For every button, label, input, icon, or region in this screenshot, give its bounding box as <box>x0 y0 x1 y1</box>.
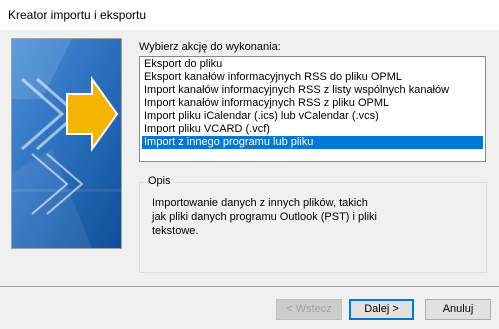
action-option[interactable]: Import pliku VCARD (.vcf) <box>142 123 483 136</box>
button-divider <box>0 286 499 287</box>
action-option[interactable]: Import pliku iCalendar (.ics) lub vCalen… <box>142 110 483 123</box>
next-button[interactable]: Dalej > <box>349 299 414 320</box>
description-legend: Opis <box>146 175 173 187</box>
action-prompt-label: Wybierz akcję do wykonania: <box>139 41 281 53</box>
action-option[interactable]: Import kanałów informacyjnych RSS z list… <box>142 84 483 97</box>
title-bar[interactable]: Kreator importu i eksportu <box>0 0 499 30</box>
action-listbox[interactable]: Eksport do pliku Eksport kanałów informac… <box>139 56 486 162</box>
cancel-button[interactable]: Anuluj <box>425 299 491 320</box>
wizard-illustration <box>11 38 122 249</box>
action-option[interactable]: Eksport do pliku <box>142 58 483 71</box>
description-line: jak pliki danych programu Outlook (PST) … <box>152 211 377 223</box>
description-line: Importowanie danych z innych plików, tak… <box>152 197 368 209</box>
import-export-arrows-icon <box>12 39 121 248</box>
back-button[interactable]: < Wstecz <box>276 299 342 320</box>
description-line: tekstowe. <box>152 225 199 237</box>
description-text: Importowanie danych z innych plików, tak… <box>152 196 402 238</box>
window-title: Kreator importu i eksportu <box>8 8 147 22</box>
action-option[interactable]: Import z innego programu lub pliku <box>142 136 483 149</box>
action-option[interactable]: Import kanałów informacyjnych RSS z plik… <box>142 97 483 110</box>
action-option[interactable]: Eksport kanałów informacyjnych RSS do pl… <box>142 71 483 84</box>
